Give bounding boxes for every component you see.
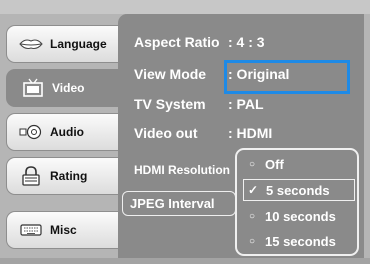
checkmark-icon: ✓ (247, 183, 259, 197)
jpeg-interval-dropdown: ○ Off ✓ 5 seconds ○ 10 seconds ○ 15 seco… (235, 148, 359, 256)
tab-audio[interactable]: Audio (6, 113, 120, 151)
aspect-ratio-value[interactable]: : 4 : 3 (228, 34, 265, 50)
option-15-seconds[interactable]: ○ 15 seconds (243, 230, 355, 252)
speaker-icon (19, 122, 43, 142)
option-off[interactable]: ○ Off (243, 153, 355, 175)
tab-rating[interactable]: Rating (6, 157, 120, 195)
option-label: 10 seconds (265, 208, 336, 224)
tv-system-label: TV System (134, 96, 206, 112)
top-bar (0, 0, 370, 14)
tab-label: Misc (50, 223, 77, 237)
radio-circle-icon: ○ (248, 210, 256, 222)
tab-language[interactable]: Language (6, 25, 120, 63)
jpeg-interval-text: JPEG Interval (130, 196, 215, 211)
keyboard-icon (19, 220, 43, 240)
option-label: Off (265, 156, 284, 172)
bottom-bar (0, 258, 370, 264)
hdmi-resolution-label[interactable]: HDMI Resolution (134, 163, 230, 177)
tab-label: Audio (50, 125, 84, 139)
tab-misc[interactable]: Misc (6, 211, 120, 249)
option-label: 15 seconds (265, 233, 336, 249)
aspect-ratio-label: Aspect Ratio (134, 34, 220, 50)
radio-circle-icon: ○ (248, 158, 256, 170)
tab-label: Video (52, 81, 85, 95)
tab-video[interactable]: Video (6, 69, 124, 107)
selection-highlight (224, 60, 350, 94)
lock-icon (19, 166, 43, 186)
option-label: 5 seconds (266, 182, 330, 198)
radio-circle-icon: ○ (248, 235, 256, 247)
tv-icon (21, 78, 45, 98)
lips-icon (19, 34, 43, 54)
video-out-value[interactable]: : HDMI (228, 125, 272, 141)
option-5-seconds[interactable]: ✓ 5 seconds (243, 179, 355, 201)
jpeg-interval-label[interactable]: JPEG Interval (122, 191, 236, 216)
video-out-label: Video out (134, 125, 198, 141)
tab-label: Rating (50, 169, 88, 183)
tv-system-value[interactable]: : PAL (228, 96, 264, 112)
view-mode-label: View Mode (134, 66, 207, 82)
tab-label: Language (50, 37, 107, 51)
option-10-seconds[interactable]: ○ 10 seconds (243, 205, 355, 227)
